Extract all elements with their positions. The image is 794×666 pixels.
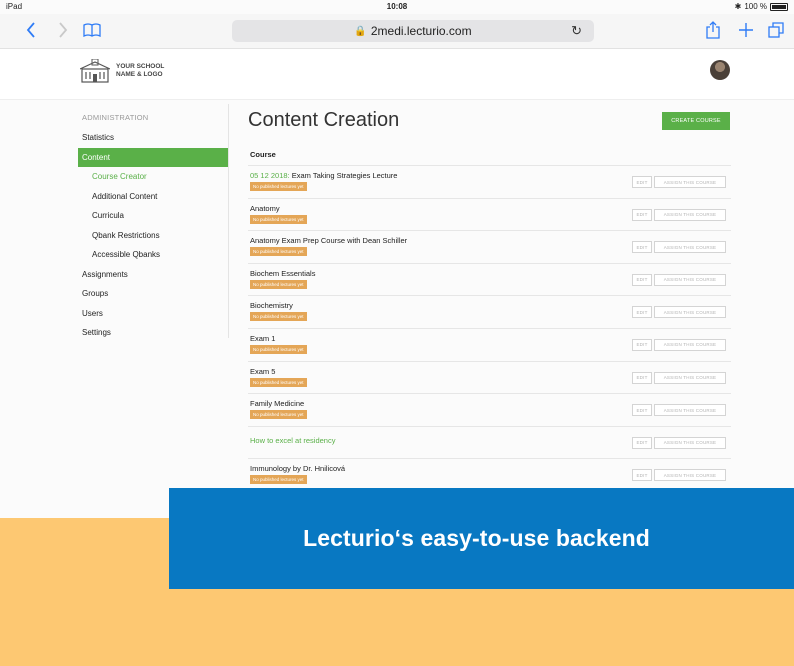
course-title[interactable]: Immunology by Dr. Hnilicová bbox=[250, 464, 345, 473]
status-badge: No published lectures yet bbox=[250, 247, 307, 257]
edit-button[interactable]: EDIT bbox=[632, 469, 652, 482]
course-title[interactable]: Anatomy Exam Prep Course with Dean Schil… bbox=[250, 236, 407, 245]
assign-course-button[interactable]: ASSIGN THIS COURSE bbox=[654, 273, 726, 286]
status-bar: iPad 10:08 ✱ 100 % bbox=[0, 0, 794, 14]
edit-button[interactable]: EDIT bbox=[632, 176, 652, 188]
school-logo[interactable]: YOUR SCHOOL NAME & LOGO bbox=[80, 59, 186, 83]
status-badge: No published lectures yet bbox=[250, 344, 307, 354]
status-badge: No published lectures yet bbox=[250, 279, 307, 289]
table-row: 05 12 2018: Exam Taking Strategies Lectu… bbox=[248, 165, 731, 198]
sidebar-item-users[interactable]: Users bbox=[78, 304, 228, 324]
forward-icon[interactable] bbox=[58, 19, 68, 41]
assign-course-button[interactable]: ASSIGN THIS COURSE bbox=[654, 436, 726, 449]
school-building-icon bbox=[80, 59, 110, 83]
sidebar-item-course-creator[interactable]: Course Creator bbox=[78, 167, 228, 187]
new-tab-icon[interactable] bbox=[738, 19, 754, 41]
table-row: Exam 5 No published lectures yet EDIT ASS… bbox=[248, 360, 731, 394]
url-text: 2medi.lecturio.com bbox=[370, 24, 472, 38]
table-row: Biochemistry No published lectures yet E… bbox=[248, 295, 731, 328]
sidebar-heading: ADMINISTRATION bbox=[82, 113, 149, 122]
promo-banner: Lecturio‘s easy-to-use backend bbox=[169, 488, 794, 589]
table-row: How to excel at residency EDIT ASSIGN THI… bbox=[248, 425, 731, 459]
back-icon[interactable] bbox=[26, 19, 36, 41]
assign-course-button[interactable]: ASSIGN THIS COURSE bbox=[654, 306, 726, 319]
reload-icon[interactable]: ↻ bbox=[571, 23, 582, 39]
status-badge: No published lectures yet bbox=[250, 312, 307, 322]
course-title[interactable]: 05 12 2018: Exam Taking Strategies Lectu… bbox=[250, 171, 397, 180]
assign-course-button[interactable]: ASSIGN THIS COURSE bbox=[654, 208, 726, 221]
edit-button[interactable]: EDIT bbox=[632, 241, 652, 254]
edit-button[interactable]: EDIT bbox=[632, 273, 652, 286]
course-title[interactable]: How to excel at residency bbox=[250, 436, 335, 445]
table-row: Anatomy Exam Prep Course with Dean Schil… bbox=[248, 230, 731, 263]
assign-course-button[interactable]: ASSIGN THIS COURSE bbox=[654, 404, 726, 417]
status-badge: No published lectures yet bbox=[250, 182, 307, 191]
assign-course-button[interactable]: ASSIGN THIS COURSE bbox=[654, 371, 726, 384]
tabs-icon[interactable] bbox=[768, 19, 784, 41]
battery-percent: 100 % bbox=[744, 2, 767, 11]
status-badge: No published lectures yet bbox=[250, 214, 307, 224]
assign-course-button[interactable]: ASSIGN THIS COURSE bbox=[654, 338, 726, 351]
browser-toolbar: 🔒 2medi.lecturio.com ↻ bbox=[0, 14, 794, 49]
logo-text: YOUR SCHOOL NAME & LOGO bbox=[116, 63, 165, 78]
course-title[interactable]: Biochem Essentials bbox=[250, 269, 315, 278]
edit-button[interactable]: EDIT bbox=[632, 306, 652, 319]
assign-course-button[interactable]: ASSIGN THIS COURSE bbox=[654, 241, 726, 254]
edit-button[interactable]: EDIT bbox=[632, 371, 652, 384]
address-bar[interactable]: 🔒 2medi.lecturio.com ↻ bbox=[232, 20, 594, 42]
assign-course-button[interactable]: ASSIGN THIS COURSE bbox=[654, 176, 726, 188]
column-header-course: Course bbox=[250, 150, 276, 159]
status-badge: No published lectures yet bbox=[250, 410, 307, 420]
main-content: Content Creation CREATE COURSE Course 05… bbox=[248, 107, 731, 485]
sidebar-item-statistics[interactable]: Statistics bbox=[78, 128, 228, 148]
course-title[interactable]: Exam 5 bbox=[250, 367, 275, 376]
table-row: Immunology by Dr. Hnilicová No published… bbox=[248, 458, 731, 491]
table-row: Family Medicine No published lectures ye… bbox=[248, 393, 731, 426]
app-header: YOUR SCHOOL NAME & LOGO bbox=[0, 49, 794, 100]
sidebar-item-accessible-qbanks[interactable]: Accessible Qbanks bbox=[78, 245, 228, 265]
course-title[interactable]: Anatomy bbox=[250, 204, 280, 213]
sidebar-item-assignments[interactable]: Assignments bbox=[78, 265, 228, 285]
table-row: Biochem Essentials No published lectures… bbox=[248, 262, 731, 296]
sidebar: ADMINISTRATION Statistics Content Course… bbox=[78, 111, 228, 343]
page-title: Content Creation bbox=[248, 109, 400, 131]
status-badge: No published lectures yet bbox=[250, 475, 307, 485]
course-title[interactable]: Exam 1 bbox=[250, 334, 275, 343]
bookmarks-icon[interactable] bbox=[83, 19, 101, 41]
course-table: 05 12 2018: Exam Taking Strategies Lectu… bbox=[248, 165, 731, 491]
status-badge: No published lectures yet bbox=[250, 377, 307, 387]
sidebar-item-groups[interactable]: Groups bbox=[78, 284, 228, 304]
ipad-screen: iPad 10:08 ✱ 100 % 🔒 2medi.lecturio.com … bbox=[0, 0, 794, 518]
edit-button[interactable]: EDIT bbox=[632, 436, 652, 449]
course-title[interactable]: Family Medicine bbox=[250, 399, 304, 408]
course-title[interactable]: Biochemistry bbox=[250, 301, 293, 310]
banner-text: Lecturio‘s easy-to-use backend bbox=[303, 525, 650, 551]
sidebar-item-additional-content[interactable]: Additional Content bbox=[78, 187, 228, 207]
sidebar-item-qbank-restrictions[interactable]: Qbank Restrictions bbox=[78, 226, 228, 246]
share-icon[interactable] bbox=[706, 19, 720, 41]
battery-indicator: ✱ 100 % bbox=[735, 2, 788, 11]
table-row: Exam 1 No published lectures yet EDIT ASS… bbox=[248, 327, 731, 361]
bluetooth-icon: ✱ bbox=[734, 2, 742, 11]
sidebar-divider bbox=[228, 104, 229, 338]
table-row: Anatomy No published lectures yet EDIT AS… bbox=[248, 197, 731, 231]
edit-button[interactable]: EDIT bbox=[632, 404, 652, 417]
lock-icon: 🔒 bbox=[354, 25, 367, 37]
assign-course-button[interactable]: ASSIGN THIS COURSE bbox=[654, 469, 726, 482]
battery-icon bbox=[770, 2, 788, 11]
sidebar-item-content[interactable]: Content bbox=[78, 147, 228, 167]
edit-button[interactable]: EDIT bbox=[632, 338, 652, 351]
create-course-button[interactable]: CREATE COURSE bbox=[662, 112, 730, 130]
user-avatar[interactable] bbox=[710, 60, 730, 80]
sidebar-item-settings[interactable]: Settings bbox=[78, 323, 228, 343]
course-date: 05 12 2018: bbox=[250, 171, 290, 180]
edit-button[interactable]: EDIT bbox=[632, 208, 652, 221]
sidebar-item-curricula[interactable]: Curricula bbox=[78, 206, 228, 226]
status-clock: 10:08 bbox=[386, 2, 408, 11]
